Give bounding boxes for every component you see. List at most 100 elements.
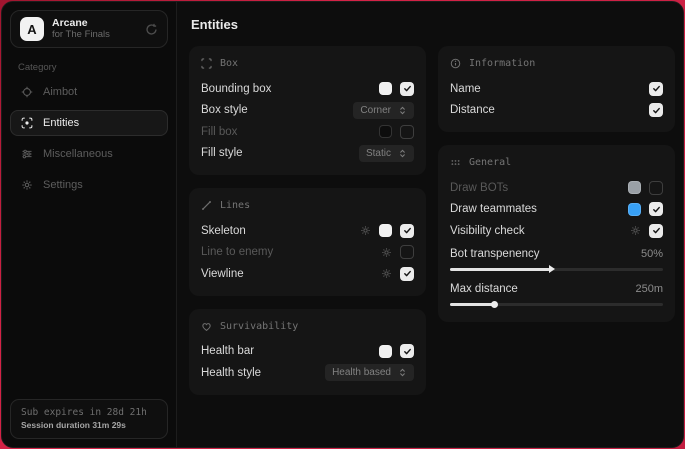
setting-label: Name bbox=[450, 83, 481, 95]
checkbox-checked[interactable] bbox=[400, 267, 414, 281]
sidebar-item-entities[interactable]: Entities bbox=[10, 110, 168, 136]
checkbox-checked[interactable] bbox=[400, 82, 414, 96]
diagonal-line-icon bbox=[201, 200, 212, 211]
information-group-card: Information Name Distance bbox=[438, 46, 675, 132]
setting-label: Bounding box bbox=[201, 83, 271, 95]
sidebar-item-aimbot[interactable]: Aimbot bbox=[10, 79, 168, 105]
chevrons-updown-icon bbox=[398, 368, 407, 377]
session-duration-text: Session duration 31m 29s bbox=[21, 419, 157, 431]
setting-row-fill-style: Fill style Static bbox=[201, 143, 414, 165]
setting-row-box-style: Box style Corner bbox=[201, 100, 414, 122]
page-title: Entities bbox=[191, 17, 675, 32]
fill-style-dropdown[interactable]: Static bbox=[359, 145, 414, 162]
general-group-header: General bbox=[450, 155, 663, 170]
setting-label: Line to enemy bbox=[201, 246, 273, 258]
setting-row-line-to-enemy: Line to enemy bbox=[201, 242, 414, 264]
box-group-header: Box bbox=[201, 56, 414, 71]
bot-transparency-slider[interactable] bbox=[450, 268, 663, 271]
checkbox-checked[interactable] bbox=[649, 103, 663, 117]
survivability-group-header: Survivability bbox=[201, 319, 414, 334]
setting-row-draw-teammates: Draw teammates bbox=[450, 199, 663, 221]
app-window: A Arcane for The Finals Category Aimbot bbox=[1, 1, 684, 448]
max-distance-section: Max distance 250m bbox=[450, 280, 663, 306]
slider-label-row: Max distance 250m bbox=[450, 280, 663, 298]
setting-label: Health bar bbox=[201, 345, 254, 357]
gear-icon[interactable] bbox=[381, 247, 392, 258]
main-panel: Entities Box Bounding box bbox=[177, 2, 684, 447]
sidebar-item-label: Settings bbox=[43, 179, 83, 191]
refresh-icon[interactable] bbox=[145, 23, 158, 36]
dropdown-value: Static bbox=[366, 148, 391, 159]
left-column: Box Bounding box Box style bbox=[189, 46, 426, 395]
group-title: General bbox=[469, 157, 511, 168]
gear-icon[interactable] bbox=[630, 225, 641, 236]
color-swatch[interactable] bbox=[379, 224, 392, 237]
checkbox-checked[interactable] bbox=[400, 344, 414, 358]
information-group-header: Information bbox=[450, 56, 663, 71]
category-label: Category bbox=[18, 62, 160, 73]
heart-icon bbox=[201, 321, 212, 332]
info-icon bbox=[450, 58, 461, 69]
color-swatch[interactable] bbox=[379, 82, 392, 95]
app-logo: A bbox=[20, 17, 44, 41]
dropdown-value: Health based bbox=[332, 367, 391, 378]
checkbox-checked[interactable] bbox=[400, 224, 414, 238]
setting-row-health-style: Health style Health based bbox=[201, 362, 414, 384]
setting-row-skeleton: Skeleton bbox=[201, 220, 414, 242]
sidebar-item-label: Entities bbox=[43, 117, 79, 129]
group-title: Information bbox=[469, 58, 535, 69]
color-swatch[interactable] bbox=[379, 125, 392, 138]
group-title: Survivability bbox=[220, 321, 298, 332]
general-group-card: General Draw BOTs Draw teammates bbox=[438, 145, 675, 322]
survivability-group-card: Survivability Health bar Health style bbox=[189, 309, 426, 395]
setting-row-viewline: Viewline bbox=[201, 263, 414, 285]
crosshair-icon bbox=[21, 86, 33, 98]
subscription-info-card: Sub expires in 28d 21h Session duration … bbox=[10, 399, 168, 439]
checkbox-checked[interactable] bbox=[649, 202, 663, 216]
sidebar-item-settings[interactable]: Settings bbox=[10, 172, 168, 198]
setting-label: Fill box bbox=[201, 126, 237, 138]
setting-row-distance: Distance bbox=[450, 100, 663, 122]
sliders-icon bbox=[21, 148, 33, 160]
setting-label: Skeleton bbox=[201, 225, 246, 237]
setting-label: Bot transpenency bbox=[450, 248, 540, 260]
color-swatch[interactable] bbox=[628, 181, 641, 194]
checkbox-unchecked[interactable] bbox=[649, 181, 663, 195]
setting-row-draw-bots: Draw BOTs bbox=[450, 177, 663, 199]
gear-icon[interactable] bbox=[381, 268, 392, 279]
settings-columns: Box Bounding box Box style bbox=[189, 46, 675, 395]
color-swatch[interactable] bbox=[379, 345, 392, 358]
chevrons-updown-icon bbox=[398, 106, 407, 115]
checkbox-unchecked[interactable] bbox=[400, 125, 414, 139]
app-header-card: A Arcane for The Finals bbox=[10, 10, 168, 48]
max-distance-slider[interactable] bbox=[450, 303, 663, 306]
setting-label: Box style bbox=[201, 104, 248, 116]
setting-label: Distance bbox=[450, 104, 495, 116]
slider-value: 50% bbox=[641, 248, 663, 260]
checkbox-unchecked[interactable] bbox=[400, 245, 414, 259]
entities-scan-icon bbox=[21, 117, 33, 129]
checkbox-checked[interactable] bbox=[649, 224, 663, 238]
setting-label: Draw BOTs bbox=[450, 182, 508, 194]
sub-expiry-text: Sub expires in 28d 21h bbox=[21, 406, 157, 419]
setting-label: Visibility check bbox=[450, 225, 525, 237]
group-title: Lines bbox=[220, 200, 250, 211]
right-column: Information Name Distance bbox=[438, 46, 675, 322]
setting-row-name: Name bbox=[450, 78, 663, 100]
bot-transparency-section: Bot transpenency 50% bbox=[450, 245, 663, 271]
health-style-dropdown[interactable]: Health based bbox=[325, 364, 414, 381]
grid-dots-icon bbox=[450, 157, 461, 168]
lines-group-card: Lines Skeleton bbox=[189, 188, 426, 296]
sidebar-item-miscellaneous[interactable]: Miscellaneous bbox=[10, 141, 168, 167]
box-corners-icon bbox=[201, 58, 212, 69]
gear-icon[interactable] bbox=[360, 225, 371, 236]
slider-label-row: Bot transpenency 50% bbox=[450, 245, 663, 263]
setting-row-fill-box: Fill box bbox=[201, 121, 414, 143]
box-style-dropdown[interactable]: Corner bbox=[353, 102, 414, 119]
checkbox-checked[interactable] bbox=[649, 82, 663, 96]
setting-row-health-bar: Health bar bbox=[201, 341, 414, 363]
sidebar-item-label: Aimbot bbox=[43, 86, 77, 98]
app-subtitle: for The Finals bbox=[52, 30, 110, 40]
box-group-card: Box Bounding box Box style bbox=[189, 46, 426, 175]
color-swatch[interactable] bbox=[628, 203, 641, 216]
